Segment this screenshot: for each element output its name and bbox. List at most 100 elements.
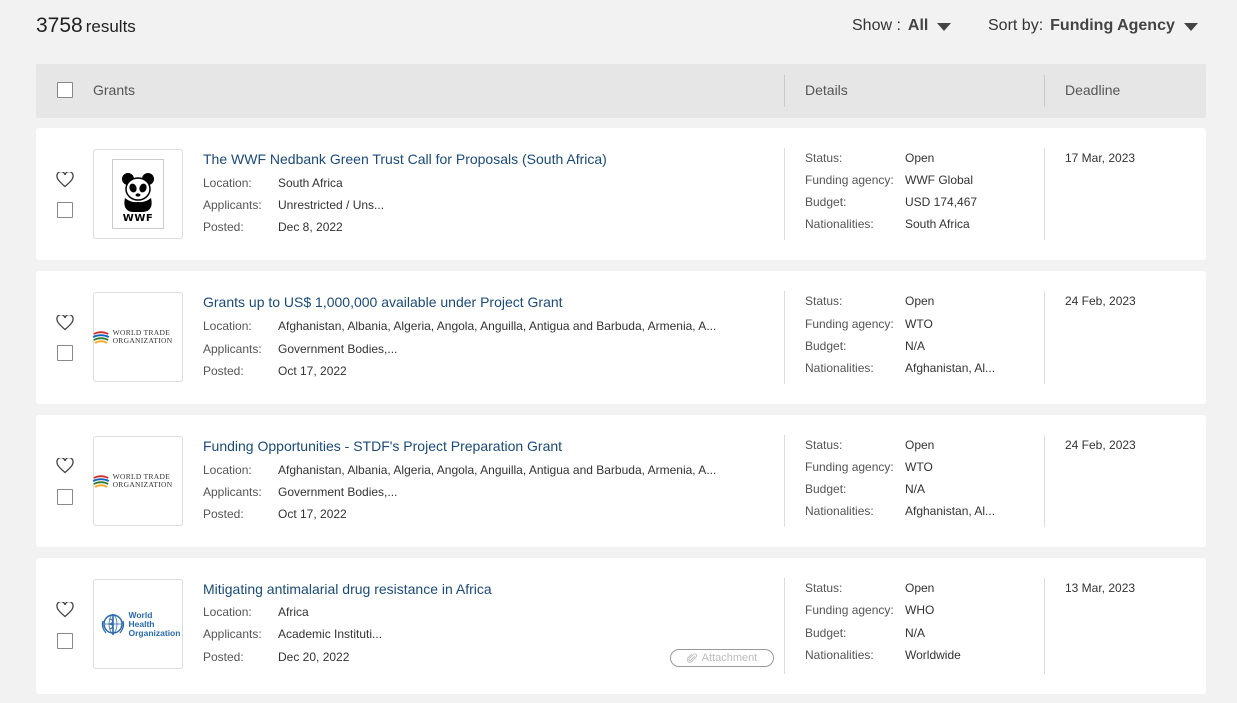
results-label: results bbox=[85, 17, 136, 36]
nationalities-label: Nationalities: bbox=[805, 361, 874, 375]
grant-card[interactable]: World Health Organization Mitigating ant… bbox=[36, 558, 1206, 694]
applicants-row: Applicants: Government Bodies,... bbox=[203, 485, 397, 499]
column-divider bbox=[1044, 578, 1045, 674]
applicants-value: Government Bodies,... bbox=[278, 485, 398, 499]
table-header: Grants Details Deadline bbox=[36, 64, 1206, 118]
results-toolbar: 3758 results Show : All Sort by: Funding … bbox=[36, 14, 1206, 42]
nationalities-row: Nationalities: South Africa bbox=[805, 217, 970, 231]
column-divider bbox=[784, 75, 785, 107]
wto-swirl-icon bbox=[92, 475, 109, 488]
posted-label: Posted: bbox=[203, 507, 244, 521]
grant-title-link[interactable]: Funding Opportunities - STDF's Project P… bbox=[203, 438, 562, 454]
wto-logo: WORLD TRADE ORGANIZATION bbox=[92, 468, 185, 494]
status-label: Status: bbox=[805, 581, 843, 595]
funding-agency-row: Funding agency: WHO bbox=[805, 603, 934, 617]
grant-card[interactable]: WORLD TRADE ORGANIZATION Grants up to US… bbox=[36, 271, 1206, 404]
funding-agency-row: Funding agency: WWF Global bbox=[805, 173, 973, 187]
row-checkbox[interactable] bbox=[57, 202, 73, 218]
posted-row: Posted: Oct 17, 2022 bbox=[203, 364, 347, 378]
status-row: Status: Open bbox=[805, 581, 934, 595]
location-value: South Africa bbox=[278, 176, 343, 190]
budget-label: Budget: bbox=[805, 482, 847, 496]
wwf-logo-text: WWF bbox=[122, 213, 154, 224]
status-value: Open bbox=[905, 438, 935, 452]
paperclip-icon bbox=[686, 652, 697, 663]
nationalities-label: Nationalities: bbox=[805, 504, 874, 518]
wto-logo-text: WORLD TRADE ORGANIZATION bbox=[112, 472, 173, 489]
wto-logo-text: WORLD TRADE ORGANIZATION bbox=[112, 328, 173, 345]
status-value: Open bbox=[905, 581, 935, 595]
column-divider bbox=[1044, 75, 1045, 107]
grant-card[interactable]: WORLD TRADE ORGANIZATION Funding Opportu… bbox=[36, 415, 1206, 547]
column-divider bbox=[784, 578, 785, 674]
applicants-label: Applicants: bbox=[203, 342, 262, 356]
column-divider bbox=[1044, 148, 1045, 240]
funding-agency-value: WWF Global bbox=[905, 173, 974, 187]
agency-logo: WORLD TRADE ORGANIZATION bbox=[92, 292, 183, 382]
nationalities-row: Nationalities: Afghanistan, Al... bbox=[805, 361, 995, 375]
results-count: 3758 results bbox=[36, 14, 136, 38]
results-number: 3758 bbox=[36, 14, 83, 37]
attachment-badge[interactable]: Attachment bbox=[670, 649, 774, 667]
row-checkbox[interactable] bbox=[57, 345, 73, 361]
nationalities-label: Nationalities: bbox=[805, 648, 874, 662]
posted-value: Oct 17, 2022 bbox=[278, 364, 347, 378]
status-value: Open bbox=[905, 294, 935, 308]
status-label: Status: bbox=[805, 151, 843, 165]
grant-title-link[interactable]: Grants up to US$ 1,000,000 available und… bbox=[203, 294, 563, 310]
funding-agency-label: Funding agency: bbox=[805, 173, 894, 187]
select-all-checkbox[interactable] bbox=[57, 82, 73, 98]
nationalities-value: South Africa bbox=[905, 217, 970, 231]
heart-icon[interactable] bbox=[56, 315, 74, 331]
funding-agency-label: Funding agency: bbox=[805, 460, 894, 474]
posted-label: Posted: bbox=[203, 364, 244, 378]
deadline-value: 17 Mar, 2023 bbox=[1065, 151, 1136, 165]
column-header-details: Details bbox=[805, 82, 848, 98]
location-row: Location: Afghanistan, Albania, Algeria, … bbox=[203, 319, 716, 333]
budget-label: Budget: bbox=[805, 195, 847, 209]
who-logo: World Health Organization bbox=[100, 610, 180, 638]
nationalities-label: Nationalities: bbox=[805, 217, 874, 231]
who-emblem-icon bbox=[101, 614, 124, 635]
budget-row: Budget: N/A bbox=[805, 626, 925, 640]
applicants-row: Applicants: Academic Instituti... bbox=[203, 627, 382, 641]
location-label: Location: bbox=[203, 319, 252, 333]
status-row: Status: Open bbox=[805, 438, 934, 452]
sort-value: Funding Agency bbox=[1050, 17, 1175, 34]
location-row: Location: Africa bbox=[203, 605, 309, 619]
budget-label: Budget: bbox=[805, 626, 847, 640]
heart-icon[interactable] bbox=[56, 458, 74, 474]
funding-agency-row: Funding agency: WTO bbox=[805, 317, 933, 331]
row-checkbox[interactable] bbox=[57, 633, 73, 649]
grant-title-link[interactable]: Mitigating antimalarial drug resistance … bbox=[203, 581, 492, 597]
nationalities-value: Afghanistan, Al... bbox=[905, 361, 996, 375]
status-value: Open bbox=[905, 151, 935, 165]
budget-value: N/A bbox=[905, 339, 926, 353]
posted-value: Dec 20, 2022 bbox=[278, 650, 350, 664]
applicants-value: Academic Instituti... bbox=[278, 627, 383, 641]
column-divider bbox=[784, 291, 785, 384]
budget-value: USD 174,467 bbox=[905, 195, 978, 209]
column-divider bbox=[784, 148, 785, 240]
location-label: Location: bbox=[203, 605, 252, 619]
show-label: Show : bbox=[852, 17, 901, 34]
show-filter-dropdown[interactable]: Show : All bbox=[852, 17, 952, 35]
posted-value: Dec 8, 2022 bbox=[278, 220, 343, 234]
chevron-down-icon bbox=[1183, 23, 1198, 31]
column-header-grants: Grants bbox=[93, 82, 136, 98]
deadline-value: 13 Mar, 2023 bbox=[1065, 581, 1136, 595]
sort-by-dropdown[interactable]: Sort by: Funding Agency bbox=[988, 17, 1198, 35]
status-row: Status: Open bbox=[805, 294, 934, 308]
heart-icon[interactable] bbox=[56, 172, 74, 188]
applicants-row: Applicants: Unrestricted / Uns... bbox=[203, 198, 384, 212]
wto-swirl-icon bbox=[92, 331, 109, 344]
grant-title-link[interactable]: The WWF Nedbank Green Trust Call for Pro… bbox=[203, 151, 607, 167]
heart-icon[interactable] bbox=[56, 602, 74, 618]
funding-agency-row: Funding agency: WTO bbox=[805, 460, 933, 474]
applicants-row: Applicants: Government Bodies,... bbox=[203, 342, 397, 356]
row-checkbox[interactable] bbox=[57, 489, 73, 505]
grant-card[interactable]: WWF The WWF Nedbank Green Trust Call for… bbox=[36, 128, 1206, 260]
funding-agency-value: WHO bbox=[905, 603, 935, 617]
applicants-label: Applicants: bbox=[203, 627, 262, 641]
location-value: Africa bbox=[278, 605, 309, 619]
